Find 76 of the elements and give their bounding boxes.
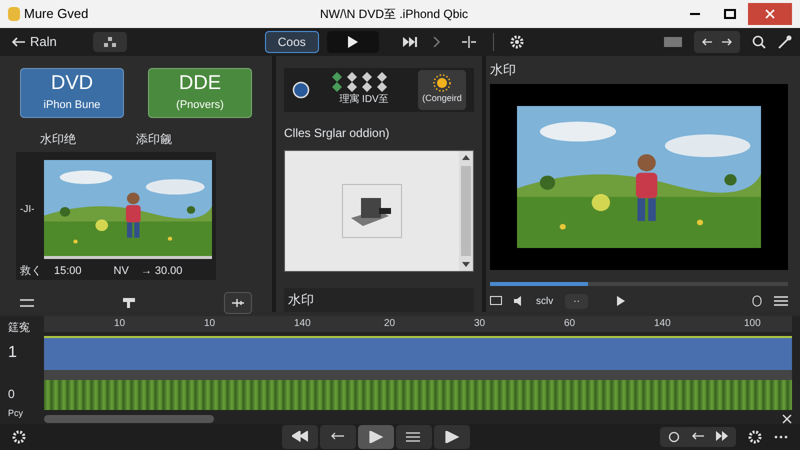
tick-label: 20 [383, 317, 396, 331]
play-icon [346, 36, 359, 48]
preview-title: 水印 [490, 61, 517, 79]
format-card[interactable]: DVD iPhon Bune [20, 68, 124, 118]
watermark-label: 水印 [288, 291, 314, 310]
back-arrow-icon [12, 37, 26, 47]
start-label: 救く [20, 264, 42, 279]
side-label: -JI- [20, 203, 36, 217]
left-right-arrows-icon [702, 37, 732, 47]
search-icon[interactable] [752, 35, 766, 49]
list-title: Clles Srglar oddion) [284, 124, 390, 142]
menu-icon[interactable] [774, 296, 788, 306]
settings-icon[interactable] [510, 35, 524, 49]
track-label: 筳寃 [8, 320, 31, 336]
back-button[interactable]: Raln [8, 32, 61, 52]
scroll-thumb[interactable] [461, 166, 471, 256]
effects-label: 理寓 IDV至 [339, 92, 389, 108]
close-button[interactable] [748, 3, 792, 25]
settings-icon[interactable] [748, 430, 762, 444]
hierarchy-icon [104, 37, 116, 47]
tick-label: 140 [293, 317, 312, 331]
format-card[interactable]: DDE (Pnovers) [148, 68, 252, 118]
chevron-right-icon[interactable] [432, 37, 441, 47]
list-icon [406, 431, 422, 443]
transport-button[interactable] [434, 425, 470, 449]
play-icon[interactable] [616, 296, 626, 306]
marker-label: NV [114, 264, 129, 279]
mode-button[interactable]: Coos [264, 31, 319, 53]
rewind-icon [292, 431, 308, 443]
panel-label: 添印觎 [136, 131, 172, 148]
row-label: 1 [8, 342, 18, 362]
play-icon [444, 431, 460, 443]
app-icon [8, 7, 20, 21]
tick-label: 140 [653, 317, 672, 331]
sun-button[interactable]: (Congeird [418, 70, 466, 110]
screen-icon[interactable] [490, 296, 502, 306]
start-time: 15:00 [54, 264, 82, 279]
wand-icon[interactable] [778, 35, 792, 49]
play-button[interactable] [326, 31, 379, 53]
scroll-up-icon[interactable] [462, 154, 470, 160]
transport-button[interactable] [396, 425, 432, 449]
close-icon[interactable] [782, 414, 792, 424]
scroll-down-icon[interactable] [462, 262, 470, 268]
speed-label: sclv [536, 294, 554, 308]
progress-fill[interactable] [490, 282, 588, 286]
transport-button[interactable] [358, 425, 394, 449]
sun-icon [433, 74, 451, 92]
tick-label: 10 [113, 317, 126, 331]
close-icon [765, 9, 775, 19]
end-time: → 30.00 [140, 264, 182, 279]
arrows-button[interactable] [694, 31, 740, 53]
tick-label: 10 [203, 317, 216, 331]
panel-label: 水印绝 [40, 131, 76, 148]
timeline-scrollbar[interactable] [44, 415, 214, 423]
more-icon[interactable] [774, 435, 788, 439]
split-icon[interactable] [460, 36, 477, 48]
mouse-icon[interactable] [752, 295, 762, 307]
volume-icon[interactable] [514, 296, 524, 306]
more-button[interactable]: ·· [565, 294, 588, 308]
row-label: 0 [8, 386, 16, 402]
transport-button[interactable] [320, 425, 356, 449]
document-title: NW/\N DVD至 .iPhond Qbic [320, 6, 468, 23]
tick-label: 30 [473, 317, 486, 331]
fast-forward-icon[interactable] [716, 431, 728, 441]
tick-label: 60 [563, 317, 576, 331]
tick-label: 100 [743, 317, 762, 331]
transport-button[interactable] [282, 425, 318, 449]
list-icon[interactable] [20, 298, 34, 308]
hierarchy-button[interactable] [92, 32, 127, 52]
window-title: Mure Gved [24, 5, 88, 24]
footer-label: Pcy [8, 406, 24, 420]
maximize-icon[interactable] [724, 9, 736, 19]
fast-forward-icon[interactable] [402, 37, 417, 47]
settings-icon[interactable] [12, 430, 26, 444]
back-arrow-icon[interactable] [692, 431, 704, 441]
play-icon [368, 431, 384, 443]
